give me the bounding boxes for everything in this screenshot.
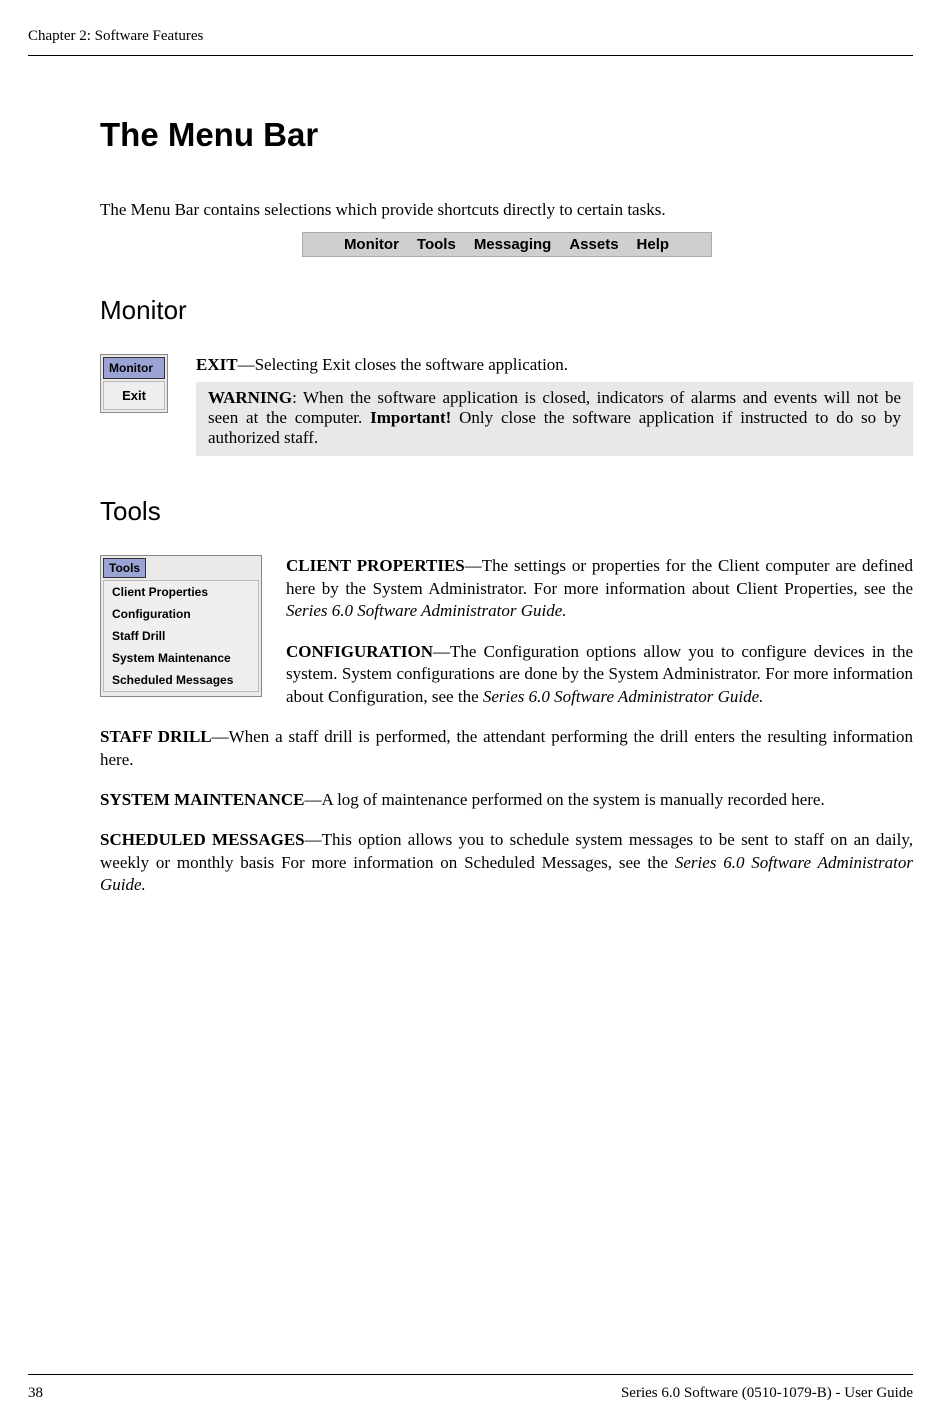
tools-menu-item-configuration[interactable]: Configuration (104, 603, 258, 625)
menubar-figure: Monitor Tools Messaging Assets Help (302, 232, 712, 257)
page-title: The Menu Bar (100, 116, 913, 154)
menubar-item-help[interactable]: Help (637, 236, 670, 253)
exit-desc-text: —Selecting Exit closes the software appl… (238, 355, 568, 374)
footer-right-text: Series 6.0 Software (0510-1079-B) - User… (621, 1385, 913, 1402)
intro-paragraph: The Menu Bar contains selections which p… (100, 200, 913, 220)
staff-drill-body: —When a staff drill is performed, the at… (100, 727, 913, 768)
monitor-menu-figure: Monitor Exit (100, 354, 168, 413)
menubar-item-monitor[interactable]: Monitor (344, 236, 399, 253)
page-footer: 38 Series 6.0 Software (0510-1079-B) - U… (28, 1374, 913, 1402)
tools-menu-figure: Tools Client Properties Configuration St… (100, 555, 262, 697)
configuration-ref: Series 6.0 Software Administrator Guide. (483, 687, 764, 706)
page-header-chapter: Chapter 2: Software Features (28, 28, 913, 45)
section-heading-monitor: Monitor (100, 295, 913, 326)
client-properties-term: CLIENT PROPERTIES (286, 556, 465, 575)
section-heading-tools: Tools (100, 496, 913, 527)
system-maintenance-term: SYSTEM MAINTENANCE (100, 790, 305, 809)
tools-menu-item-system-maintenance[interactable]: System Maintenance (104, 647, 258, 669)
warning-box: WARNING: When the software application i… (196, 382, 913, 456)
menubar-item-tools[interactable]: Tools (417, 236, 456, 253)
footer-page-number: 38 (28, 1385, 43, 1402)
client-properties-ref: Series 6.0 Software Administrator Guide. (286, 601, 567, 620)
menubar-item-assets[interactable]: Assets (569, 236, 618, 253)
system-maintenance-body: —A log of maintenance performed on the s… (305, 790, 825, 809)
warning-term: WARNING (208, 388, 292, 407)
scheduled-messages-paragraph: SCHEDULED MESSAGES—This option allows yo… (100, 829, 913, 896)
monitor-menu-header[interactable]: Monitor (103, 357, 165, 379)
staff-drill-paragraph: STAFF DRILL—When a staff drill is perfor… (100, 726, 913, 771)
system-maintenance-paragraph: SYSTEM MAINTENANCE—A log of maintenance … (100, 789, 913, 811)
configuration-term: CONFIGURATION (286, 642, 433, 661)
tools-menu-item-staff-drill[interactable]: Staff Drill (104, 625, 258, 647)
client-properties-paragraph: CLIENT PROPERTIES—The settings or proper… (286, 555, 913, 622)
footer-rule (28, 1374, 913, 1375)
tools-menu-header[interactable]: Tools (103, 558, 146, 578)
scheduled-messages-term: SCHEDULED MESSAGES (100, 830, 305, 849)
exit-description: EXIT—Selecting Exit closes the software … (196, 354, 913, 376)
configuration-paragraph: CONFIGURATION—The Configuration options … (286, 641, 913, 708)
header-rule (28, 55, 913, 56)
tools-menu-item-client-properties[interactable]: Client Properties (104, 581, 258, 603)
tools-menu-item-scheduled-messages[interactable]: Scheduled Messages (104, 669, 258, 691)
warning-important: Important! (370, 408, 451, 427)
menubar-item-messaging[interactable]: Messaging (474, 236, 552, 253)
exit-term: EXIT (196, 355, 238, 374)
monitor-menu-item-exit[interactable]: Exit (103, 381, 165, 410)
staff-drill-term: STAFF DRILL (100, 727, 212, 746)
